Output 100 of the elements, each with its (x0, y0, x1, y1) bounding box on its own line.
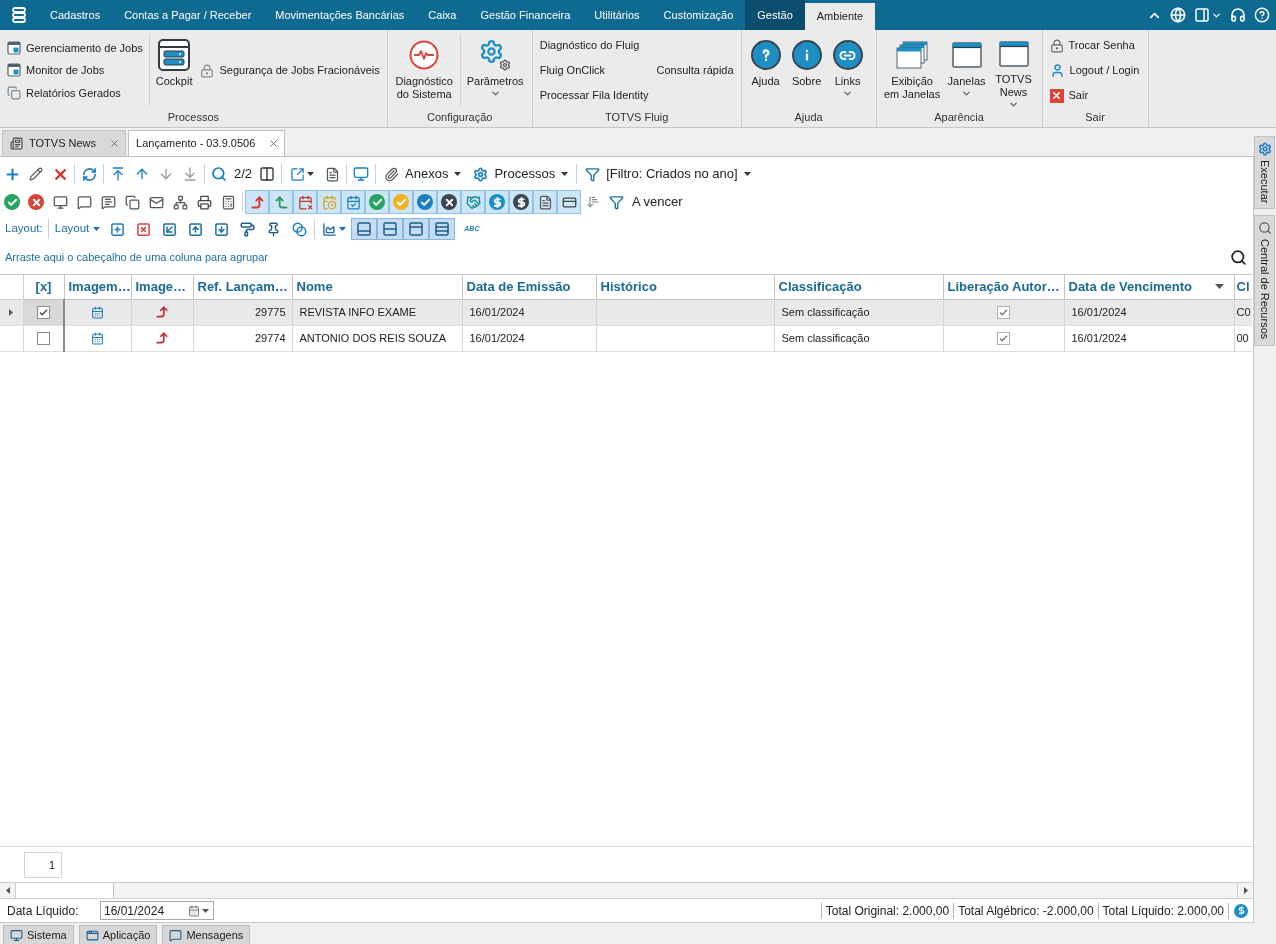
ribbon-button[interactable]: Processar Fila Identity (536, 83, 652, 108)
toggle-button[interactable] (245, 190, 269, 214)
horizontal-scrollbar[interactable] (0, 882, 1253, 899)
x-square-icon (135, 221, 151, 237)
column-header[interactable]: Data de Emissão (462, 275, 596, 299)
bottom-tab[interactable]: Aplicação (78, 925, 158, 944)
checkbox[interactable] (997, 331, 1010, 345)
menu-tab[interactable]: Utilitários (582, 0, 652, 30)
column-header[interactable]: Data de Vencimento (1064, 275, 1234, 299)
document-tab[interactable]: TOTVS News (2, 130, 127, 156)
search-button[interactable] (1230, 248, 1247, 266)
ribbon-button[interactable]: Relatórios Gerados (4, 81, 146, 104)
ribbon-button[interactable]: Fluig OnClick (536, 58, 652, 83)
layout-button[interactable] (1194, 7, 1222, 23)
menu-tab[interactable]: Gestão (745, 0, 805, 30)
column-header[interactable]: [x] (23, 275, 64, 299)
close-icon (108, 138, 120, 149)
toggle-button[interactable] (485, 190, 509, 214)
ribbon-button[interactable]: Gerenciamento de Jobs (4, 37, 146, 60)
toolbar-menu-button[interactable]: Processos (467, 162, 575, 186)
toggle-button[interactable] (293, 190, 317, 214)
column-header[interactable]: Image… (131, 275, 193, 299)
ribbon-large-button[interactable]: Sobre (786, 30, 827, 110)
menu-tab[interactable]: Movimentações Bancárias (263, 0, 417, 30)
toolbar-menu-button[interactable]: [Filtro: Criados no ano] (579, 162, 757, 186)
bottom-tab[interactable]: Mensagens (162, 925, 251, 944)
ribbon-button[interactable]: Sair (1046, 83, 1143, 108)
checkbox[interactable] (997, 305, 1010, 319)
close-icon (1049, 88, 1064, 103)
toolbar-menu-button[interactable]: Anexos (378, 162, 468, 186)
caret-icon (339, 227, 347, 231)
side-tab[interactable]: Executar (1254, 136, 1275, 210)
toggle-button[interactable] (557, 190, 581, 214)
checkbox[interactable] (36, 331, 50, 345)
column-header[interactable]: Imagem… (64, 275, 131, 299)
column-header[interactable]: Cl (1234, 275, 1252, 299)
globe-button[interactable] (1170, 7, 1186, 23)
table-row[interactable]: 29775 REVISTA INFO EXAME 16/01/2024 Sem classificação 16/01/2024 C0 (0, 299, 1252, 325)
ribbon-button[interactable]: Segurança de Jobs Fracionáveis (197, 58, 383, 83)
menu-tab[interactable]: Ambiente (804, 3, 876, 30)
toggle-button[interactable] (437, 190, 461, 214)
help-icon (750, 40, 781, 70)
toggle-button[interactable] (509, 190, 533, 214)
table-cell: 29774 (193, 325, 292, 351)
menu-tab[interactable]: Cadastros (38, 0, 113, 30)
ribbon-large-button[interactable]: Cockpit (152, 30, 196, 110)
ribbon-large-button[interactable]: Ajuda (745, 30, 786, 110)
column-header[interactable]: Liberação Autor… (943, 275, 1064, 299)
checkbox[interactable] (36, 305, 50, 319)
gear-icon (1257, 142, 1272, 156)
ribbon-button[interactable]: Consulta rápida (653, 58, 737, 83)
menu-tab[interactable]: Gestão Financeira (468, 0, 583, 30)
toggle-button[interactable] (389, 190, 413, 214)
ribbon-large-button[interactable]: Parâmetros (463, 30, 527, 110)
plus-square-icon (109, 221, 125, 237)
toggle-button[interactable] (341, 190, 365, 214)
server-window-icon (158, 39, 191, 71)
column-header[interactable]: Histórico (596, 275, 774, 299)
bottom-tab[interactable]: Sistema (3, 925, 74, 944)
filter-button[interactable]: A vencer (605, 190, 687, 214)
menu-tab[interactable]: Customização (651, 0, 746, 30)
menu-tab[interactable]: Caixa (416, 0, 469, 30)
view-toggle-button[interactable] (377, 218, 404, 240)
search-icon (211, 166, 227, 182)
close-icon (267, 138, 279, 149)
ribbon-large-button[interactable]: Diagnóstico do Sistema (391, 34, 457, 106)
column-header[interactable]: Classificação (774, 275, 943, 299)
toggle-button[interactable] (461, 190, 485, 214)
column-header[interactable]: Nome (292, 275, 462, 299)
ribbon-large-button[interactable]: Janelas (944, 30, 989, 110)
view-toggle-button[interactable] (429, 218, 456, 240)
rows-icon (434, 221, 451, 237)
ribbon-large-button[interactable]: Links (827, 30, 868, 110)
ribbon-button[interactable]: Diagnóstico do Fluig (536, 33, 652, 58)
ribbon-button[interactable]: Trocar Senha (1046, 33, 1143, 58)
view-toggle-button[interactable] (351, 218, 378, 240)
help-button[interactable] (1254, 7, 1270, 23)
column-header[interactable]: Ref. Lançam… (193, 275, 292, 299)
ribbon-large-button[interactable]: TOTVS News (989, 30, 1038, 110)
scrollbar-thumb[interactable] (16, 883, 114, 898)
toggle-button[interactable] (317, 190, 341, 214)
toggle-button[interactable] (413, 190, 437, 214)
support-button[interactable] (1230, 7, 1246, 23)
link-icon (832, 40, 863, 70)
ribbon-button[interactable]: Monitor de Jobs (4, 59, 146, 82)
arrow-down-square-icon (213, 221, 229, 237)
ribbon-large-button[interactable]: Exibição em Janelas (880, 30, 944, 110)
menu-tab[interactable]: Contas a Pagar / Receber (112, 0, 264, 30)
side-tab[interactable]: Central de Recursos (1254, 215, 1275, 346)
toggle-button[interactable] (533, 190, 557, 214)
table-cell: Sem classificação (774, 325, 943, 351)
ribbon-button[interactable]: Logout / Login (1046, 58, 1143, 83)
layout-menu-button[interactable]: Layout (50, 220, 105, 238)
table-row[interactable]: 29774 ANTONIO DOS REIS SOUZA 16/01/2024 Sem classificação 16/01/2024 00 (0, 325, 1252, 351)
document-tab[interactable]: Lançamento - 03.9.0506 (128, 130, 286, 156)
toggle-button[interactable] (269, 190, 293, 214)
rows-icon (382, 221, 399, 237)
toggle-button[interactable] (365, 190, 389, 214)
sort-filter-icon (586, 195, 600, 209)
view-toggle-button[interactable] (403, 218, 430, 240)
